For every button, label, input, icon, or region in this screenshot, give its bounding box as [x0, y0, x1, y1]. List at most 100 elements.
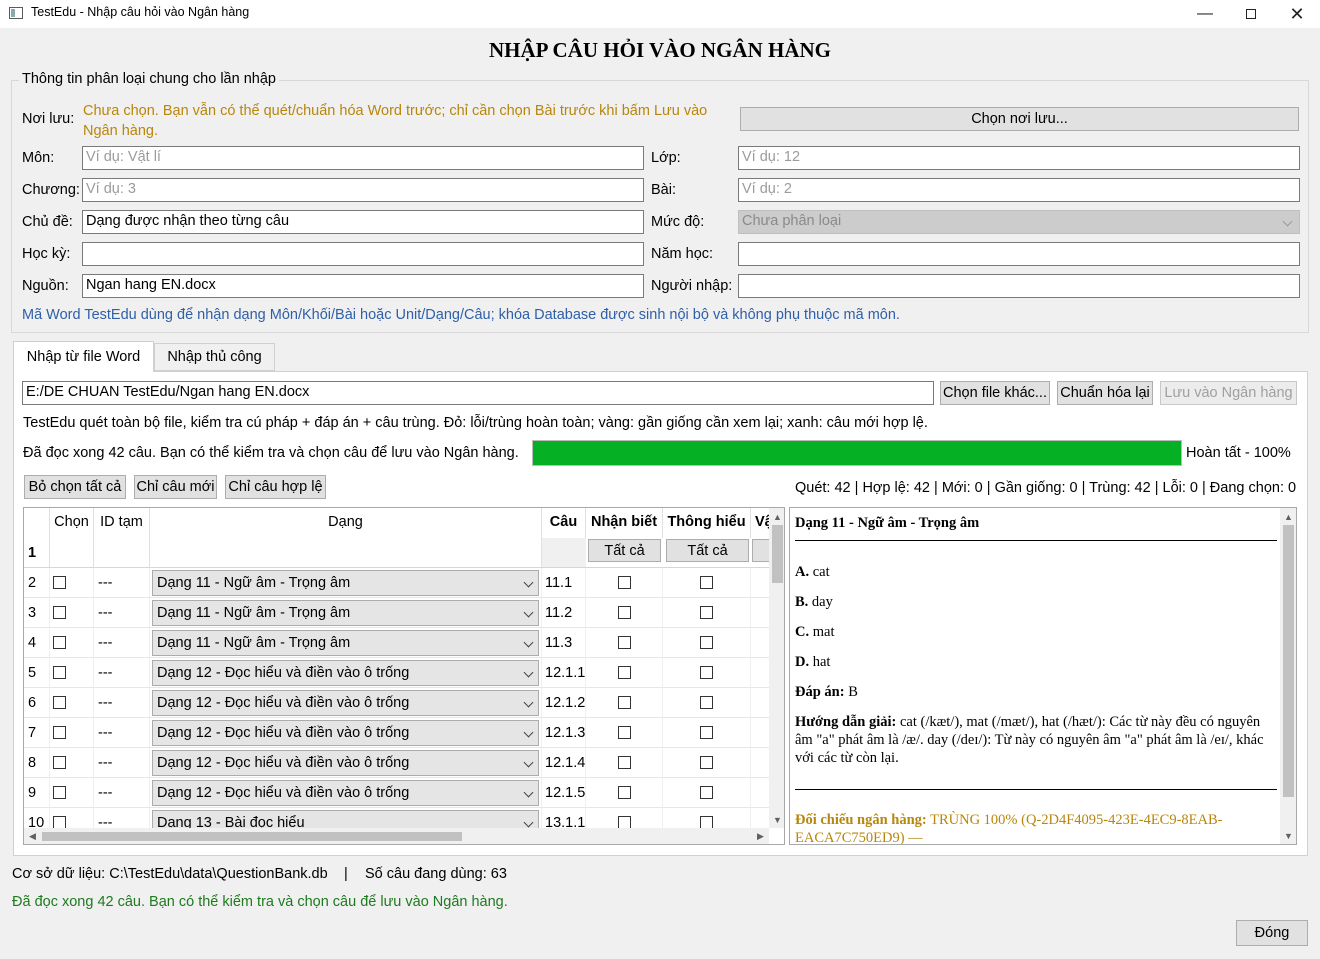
maximize-button[interactable] — [1228, 0, 1274, 28]
nhan-biet-cell[interactable] — [586, 688, 663, 718]
dang-combobox[interactable]: Dạng 13 - Bài đọc hiểu — [152, 810, 539, 828]
van-dung-cell[interactable] — [751, 718, 769, 748]
chon-cell[interactable] — [50, 688, 94, 718]
dang-combobox[interactable]: Dạng 12 - Đọc hiểu và điền vào ô trống — [152, 660, 539, 686]
chon-cell[interactable] — [50, 808, 94, 828]
dang-cell[interactable]: Dạng 12 - Đọc hiểu và điền vào ô trống — [150, 688, 542, 718]
header-dang[interactable]: Dạng — [150, 508, 542, 568]
dang-combobox[interactable]: Dạng 12 - Đọc hiểu và điền vào ô trống — [152, 690, 539, 716]
nam-hoc-input[interactable] — [738, 242, 1300, 266]
thong-hieu-checkbox[interactable] — [700, 756, 713, 769]
nhan-biet-checkbox[interactable] — [617, 606, 631, 619]
dong-button[interactable]: Đóng — [1236, 920, 1308, 946]
thong-hieu-cell[interactable] — [663, 658, 751, 688]
table-row[interactable]: 2 --- Dạng 11 - Ngữ âm - Trọng âm 11.1 — [24, 568, 769, 598]
scroll-right-icon[interactable]: ▶ — [752, 828, 769, 844]
dang-combobox[interactable]: Dạng 11 - Ngữ âm - Trọng âm — [152, 630, 539, 656]
bo-chon-tat-ca-button[interactable]: Bỏ chọn tất cả — [24, 475, 126, 499]
thong-hieu-checkbox[interactable] — [700, 726, 713, 739]
dang-combobox[interactable]: Dạng 11 - Ngữ âm - Trọng âm — [152, 570, 539, 596]
thong-hieu-cell[interactable] — [663, 808, 751, 828]
chuan-hoa-lai-button[interactable]: Chuẩn hóa lại — [1057, 381, 1153, 405]
chon-checkbox[interactable] — [53, 666, 66, 679]
luu-vao-ngan-hang-button[interactable]: Lưu vào Ngân hàng — [1160, 381, 1297, 405]
chon-checkbox[interactable] — [53, 696, 66, 709]
van-dung-cell[interactable] — [751, 598, 769, 628]
close-window-button[interactable]: ✕ — [1274, 0, 1320, 28]
header-van-dung[interactable]: Vậ — [751, 508, 769, 538]
tat-ca-thong-hieu-button[interactable]: Tất cả — [666, 539, 749, 562]
thong-hieu-cell[interactable] — [663, 718, 751, 748]
thong-hieu-checkbox[interactable] — [700, 636, 713, 649]
chon-checkbox[interactable] — [53, 726, 66, 739]
nhan-biet-checkbox[interactable] — [617, 696, 631, 709]
chu-de-input[interactable]: Dạng được nhận theo từng câu — [82, 210, 644, 234]
nhan-biet-cell[interactable] — [586, 598, 663, 628]
nhan-biet-checkbox[interactable] — [617, 666, 631, 679]
chon-checkbox[interactable] — [53, 576, 66, 589]
dang-cell[interactable]: Dạng 12 - Đọc hiểu và điền vào ô trống — [150, 748, 542, 778]
tat-ca-nhan-biet-button[interactable]: Tất cả — [588, 539, 661, 562]
table-row[interactable]: 9 --- Dạng 12 - Đọc hiểu và điền vào ô trố… — [24, 778, 769, 808]
dang-cell[interactable]: Dạng 11 - Ngữ âm - Trọng âm — [150, 568, 542, 598]
header-id-tam[interactable]: ID tạm — [94, 508, 150, 568]
chon-checkbox[interactable] — [53, 606, 66, 619]
chon-cell[interactable] — [50, 718, 94, 748]
nhan-biet-cell[interactable] — [586, 748, 663, 778]
dang-combobox[interactable]: Dạng 12 - Đọc hiểu và điền vào ô trống — [152, 750, 539, 776]
table-row[interactable]: 5 --- Dạng 12 - Đọc hiểu và điền vào ô trố… — [24, 658, 769, 688]
nhan-biet-cell[interactable] — [586, 628, 663, 658]
dang-cell[interactable]: Dạng 11 - Ngữ âm - Trọng âm — [150, 598, 542, 628]
nhan-biet-cell[interactable] — [586, 718, 663, 748]
header-cau[interactable]: Câu — [542, 508, 586, 538]
header-nhan-biet[interactable]: Nhận biết — [586, 508, 663, 538]
nhan-biet-cell[interactable] — [586, 778, 663, 808]
nhan-biet-checkbox[interactable] — [617, 786, 631, 799]
chon-checkbox[interactable] — [53, 756, 66, 769]
van-dung-cell[interactable] — [751, 658, 769, 688]
thong-hieu-cell[interactable] — [663, 688, 751, 718]
van-dung-cell[interactable] — [751, 688, 769, 718]
chon-checkbox[interactable] — [53, 636, 66, 649]
scroll-up-icon[interactable]: ▲ — [769, 508, 784, 525]
van-dung-cell[interactable] — [751, 628, 769, 658]
lop-input[interactable]: Ví dụ: 12 — [738, 146, 1300, 170]
thong-hieu-cell[interactable] — [663, 598, 751, 628]
scroll-down-icon[interactable]: ▼ — [1280, 827, 1296, 844]
thong-hieu-checkbox[interactable] — [700, 696, 713, 709]
grid-horizontal-scrollbar[interactable]: ◀ ▶ — [24, 828, 769, 844]
thong-hieu-cell[interactable] — [663, 628, 751, 658]
chi-cau-moi-button[interactable]: Chỉ câu mới — [134, 475, 217, 499]
table-row[interactable]: 10 --- Dạng 13 - Bài đọc hiểu 13.1.1 — [24, 808, 769, 828]
hoc-ky-input[interactable] — [82, 242, 644, 266]
table-row[interactable]: 8 --- Dạng 12 - Đọc hiểu và điền vào ô trố… — [24, 748, 769, 778]
thong-hieu-cell[interactable] — [663, 748, 751, 778]
van-dung-cell[interactable] — [751, 748, 769, 778]
chon-cell[interactable] — [50, 748, 94, 778]
dang-cell[interactable]: Dạng 12 - Đọc hiểu và điền vào ô trống — [150, 658, 542, 688]
nhan-biet-cell[interactable] — [586, 808, 663, 828]
header-chon[interactable]: Chọn — [50, 508, 94, 568]
chuong-input[interactable]: Ví dụ: 3 — [82, 178, 644, 202]
preview-vertical-scrollbar[interactable]: ▲ ▼ — [1280, 508, 1296, 844]
thong-hieu-cell[interactable] — [663, 568, 751, 598]
grid-vscroll-thumb[interactable] — [772, 525, 783, 583]
grid-hscroll-thumb[interactable] — [42, 832, 462, 841]
muc-do-select[interactable]: Chưa phân loại — [738, 210, 1300, 234]
minimize-button[interactable]: — — [1182, 0, 1228, 28]
thong-hieu-checkbox[interactable] — [700, 606, 713, 619]
dang-cell[interactable]: Dạng 11 - Ngữ âm - Trọng âm — [150, 628, 542, 658]
nguon-input[interactable]: Ngan hang EN.docx — [82, 274, 644, 298]
chon-noi-luu-button[interactable]: Chọn nơi lưu... — [740, 107, 1299, 131]
van-dung-cell[interactable] — [751, 808, 769, 828]
dang-combobox[interactable]: Dạng 12 - Đọc hiểu và điền vào ô trống — [152, 720, 539, 746]
nhan-biet-cell[interactable] — [586, 658, 663, 688]
dang-cell[interactable]: Dạng 13 - Bài đọc hiểu — [150, 808, 542, 828]
table-row[interactable]: 3 --- Dạng 11 - Ngữ âm - Trọng âm 11.2 — [24, 598, 769, 628]
nhan-biet-cell[interactable] — [586, 568, 663, 598]
dang-combobox[interactable]: Dạng 11 - Ngữ âm - Trọng âm — [152, 600, 539, 626]
chi-cau-hop-le-button[interactable]: Chỉ câu hợp lệ — [225, 475, 326, 499]
chon-file-khac-button[interactable]: Chọn file khác... — [940, 381, 1050, 405]
nguoi-nhap-input[interactable] — [738, 274, 1300, 298]
van-dung-cell[interactable] — [751, 778, 769, 808]
